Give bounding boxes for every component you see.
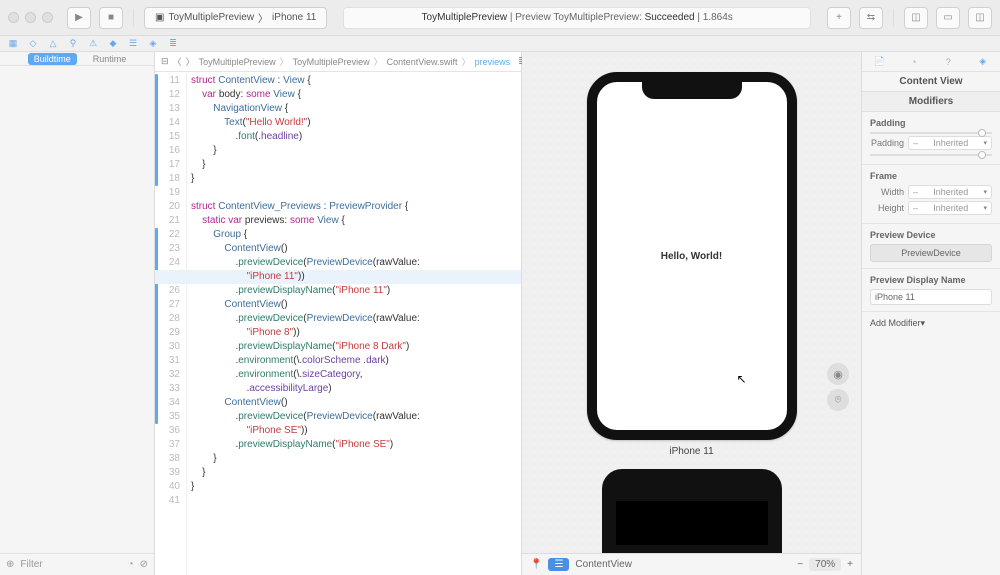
inspect-preview-button[interactable]: ⌾ xyxy=(827,389,849,411)
frame-height-value[interactable]: –Inherited▾ xyxy=(908,201,992,215)
inspector-subtitle: Modifiers xyxy=(862,91,1000,112)
breakpoint-icon[interactable]: ◈ xyxy=(146,37,160,51)
frame-width-value[interactable]: –Inherited▾ xyxy=(908,185,992,199)
history-inspector-icon[interactable]: ◔ xyxy=(907,55,921,69)
swift-badge: ☰ xyxy=(548,558,569,571)
crumb-file[interactable]: ContentView.swift xyxy=(387,57,458,67)
crumb-group[interactable]: ToyMultiplePreview xyxy=(293,57,370,67)
pin-icon[interactable]: 📍 xyxy=(530,559,542,570)
file-inspector-icon[interactable]: 📄 xyxy=(872,55,886,69)
attributes-inspector-icon[interactable]: ◈ xyxy=(976,55,990,69)
live-preview-button[interactable]: ◉ xyxy=(827,363,849,385)
run-button[interactable]: ▶ xyxy=(67,7,91,29)
section-padding: Padding Padding –Inherited▾ xyxy=(862,112,1000,165)
scheme-device: iPhone 11 xyxy=(272,12,316,23)
padding-label: Padding xyxy=(870,138,904,148)
padding-value[interactable]: –Inherited▾ xyxy=(908,136,992,150)
back-button[interactable]: 〈 xyxy=(173,55,182,69)
code-editor[interactable]: 1112131415161718192021222324252627282930… xyxy=(155,72,521,575)
issue-icon[interactable]: ⚠ xyxy=(86,37,100,51)
preview-device-button[interactable]: PreviewDevice xyxy=(870,244,992,262)
status-time: 1.864s xyxy=(703,12,733,23)
forward-button[interactable]: 〉 xyxy=(186,55,195,69)
help-inspector-icon[interactable]: ? xyxy=(941,55,955,69)
preview-footer: 📍 ☰ ContentView − 70% + xyxy=(522,553,861,575)
add-modifier-dropdown[interactable]: Add Modifier▾ xyxy=(870,318,992,329)
left-panel-toggle[interactable]: ◫ xyxy=(904,7,928,29)
filter-icon[interactable]: ⊕ xyxy=(6,559,14,570)
jump-bar[interactable]: ⊟ 〈 〉 ToyMultiplePreview〉 ToyMultiplePre… xyxy=(155,52,521,72)
preview-display-heading: Preview Display Name xyxy=(870,275,992,285)
symbol-icon[interactable]: △ xyxy=(46,37,60,51)
section-preview-display-name: Preview Display Name iPhone 11 xyxy=(862,269,1000,312)
crumb-symbol[interactable]: previews xyxy=(475,57,511,67)
debug-icon[interactable]: ☰ xyxy=(126,37,140,51)
status-result: Succeeded xyxy=(645,12,695,23)
inspector-tabs: 📄 ◔ ? ◈ xyxy=(862,52,1000,72)
status-project: ToyMultiplePreview xyxy=(422,12,508,23)
preview-text: Hello, World! xyxy=(661,251,722,262)
issue-tabs: Buildtime Runtime xyxy=(0,52,154,66)
preview-device-heading: Preview Device xyxy=(870,230,992,240)
frame-heading: Frame xyxy=(870,171,992,181)
line-gutter: 1112131415161718192021222324252627282930… xyxy=(159,72,187,575)
preview-footer-file: ContentView xyxy=(575,559,632,570)
report-icon[interactable]: ≣ xyxy=(166,37,180,51)
section-frame: Frame Width –Inherited▾ Height –Inherite… xyxy=(862,165,1000,224)
crumb-project[interactable]: ToyMultiplePreview xyxy=(199,57,276,67)
bottom-panel-toggle[interactable]: ▭ xyxy=(936,7,960,29)
scheme-target: ToyMultiplePreview xyxy=(168,12,254,23)
activity-view: ToyMultiplePreview | Preview ToyMultiple… xyxy=(343,7,811,29)
scheme-selector[interactable]: ▣ ToyMultiplePreview 〉 iPhone 11 xyxy=(144,7,327,29)
related-items-icon[interactable]: ⊟ xyxy=(161,55,169,69)
mouse-cursor: ↖ xyxy=(737,372,747,386)
zoom-level[interactable]: 70% xyxy=(809,558,841,571)
clock-icon[interactable]: ◔ xyxy=(128,559,134,570)
preview-display-name-field[interactable]: iPhone 11 xyxy=(870,289,992,305)
navigator-panel: Buildtime Runtime ⊕ Filter ◔ ⊘ xyxy=(0,52,155,575)
preview-canvas[interactable]: Hello, World! ↖ ◉ ⌾ iPhone 11 xyxy=(522,52,861,553)
stop-button[interactable]: ■ xyxy=(99,7,123,29)
frame-width-label: Width xyxy=(870,187,904,197)
traffic-lights[interactable] xyxy=(8,12,53,23)
zoom-out-button[interactable]: − xyxy=(797,559,803,570)
navigator-content xyxy=(0,66,154,553)
padding-slider-top[interactable] xyxy=(870,132,992,134)
library-button[interactable]: ⇆ xyxy=(859,7,883,29)
folder-icon[interactable]: ▦ xyxy=(6,37,20,51)
plus-button[interactable]: + xyxy=(827,7,851,29)
frame-height-label: Height xyxy=(870,203,904,213)
error-filter-icon[interactable]: ⊘ xyxy=(140,559,148,570)
find-icon[interactable]: ⚲ xyxy=(66,37,80,51)
navigator-footer: ⊕ Filter ◔ ⊘ xyxy=(0,553,154,575)
device-caption: iPhone 11 xyxy=(669,446,713,457)
inspector-panel: 📄 ◔ ? ◈ Content View Modifiers Padding P… xyxy=(862,52,1000,575)
padding-slider-bottom[interactable] xyxy=(870,154,992,156)
window-toolbar: ▶ ■ ▣ ToyMultiplePreview 〉 iPhone 11 Toy… xyxy=(0,0,1000,36)
device-frame-secondary xyxy=(602,469,782,553)
device-frame-iphone11: Hello, World! ↖ xyxy=(587,72,797,440)
device-notch xyxy=(642,81,742,99)
test-icon[interactable]: ◆ xyxy=(106,37,120,51)
status-action: Preview ToyMultiplePreview: xyxy=(515,12,642,23)
app-icon: ▣ xyxy=(155,12,164,23)
inspector-title: Content View xyxy=(862,72,1000,91)
zoom-in-button[interactable]: + xyxy=(847,559,853,570)
editor-panel: ⊟ 〈 〉 ToyMultiplePreview〉 ToyMultiplePre… xyxy=(155,52,522,575)
scm-icon[interactable]: ◇ xyxy=(26,37,40,51)
right-panel-toggle[interactable]: ◫ xyxy=(968,7,992,29)
preview-panel: Hello, World! ↖ ◉ ⌾ iPhone 11 📍 ☰ Conten… xyxy=(522,52,862,575)
section-preview-device: Preview Device PreviewDevice xyxy=(862,224,1000,269)
tab-buildtime[interactable]: Buildtime xyxy=(28,53,77,65)
padding-heading: Padding xyxy=(870,118,992,128)
navigator-selector-bar: ▦ ◇ △ ⚲ ⚠ ◆ ☰ ◈ ≣ xyxy=(0,36,1000,52)
filter-field[interactable]: Filter xyxy=(20,559,42,570)
tab-runtime[interactable]: Runtime xyxy=(93,54,127,64)
